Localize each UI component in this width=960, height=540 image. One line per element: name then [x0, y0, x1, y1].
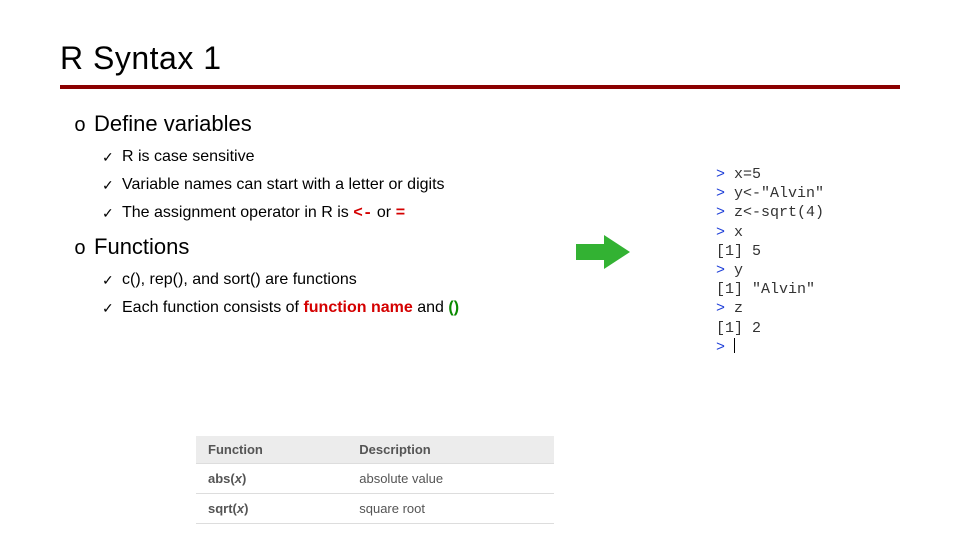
- console-line: [1] 5: [716, 243, 761, 260]
- table-cell-description: absolute value: [347, 464, 554, 494]
- assign-operator-arrow: <-: [353, 204, 372, 222]
- fn-close: ): [242, 471, 246, 486]
- console-prompt: >: [716, 262, 734, 279]
- console-line: [1] "Alvin": [716, 281, 815, 298]
- console-line: z<-sqrt(4): [734, 204, 824, 221]
- table-row: abs(x) absolute value: [196, 464, 554, 494]
- r-console-output: > x=5 > y<-"Alvin" > z<-sqrt(4) > x [1] …: [716, 165, 926, 357]
- cursor-icon: [734, 338, 735, 353]
- bullet-o-icon: o: [74, 115, 86, 138]
- list-item-text: and: [417, 299, 444, 316]
- console-prompt: >: [716, 204, 734, 221]
- table-cell-description: square root: [347, 494, 554, 524]
- function-parens-label: (): [448, 299, 459, 316]
- bullet-o-icon: o: [74, 238, 86, 261]
- console-prompt: >: [716, 185, 734, 202]
- slide: R Syntax 1 o Define variables R is case s…: [0, 0, 960, 540]
- fn-name: sqrt(: [208, 501, 237, 516]
- console-line: x: [734, 224, 743, 241]
- section-heading-text: Define variables: [94, 111, 252, 136]
- assign-operator-equals: =: [396, 204, 406, 222]
- function-name-label: function name: [303, 299, 412, 316]
- table-header-description: Description: [347, 436, 554, 464]
- console-line: y<-"Alvin": [734, 185, 824, 202]
- page-title: R Syntax 1: [60, 40, 900, 77]
- fn-name: abs(: [208, 471, 235, 486]
- console-line: y: [734, 262, 743, 279]
- console-line: x=5: [734, 166, 761, 183]
- arrow-right-icon: [576, 235, 631, 269]
- console-prompt: >: [716, 339, 734, 356]
- console-line: [1] 2: [716, 320, 761, 337]
- table-cell-function: abs(x): [196, 464, 347, 494]
- fn-arg: x: [235, 471, 242, 486]
- list-item-text: Each function consists of: [122, 299, 299, 316]
- title-rule: [60, 85, 900, 89]
- table-header-row: Function Description: [196, 436, 554, 464]
- console-line: z: [734, 300, 743, 317]
- console-prompt: >: [716, 224, 734, 241]
- console-prompt: >: [716, 300, 734, 317]
- table-row: sqrt(x) square root: [196, 494, 554, 524]
- list-item: R is case sensitive: [102, 148, 900, 166]
- section-heading-text: Functions: [94, 234, 189, 259]
- table-header-function: Function: [196, 436, 347, 464]
- list-item-text: or: [377, 204, 391, 221]
- section-heading: o Define variables: [74, 111, 900, 138]
- fn-close: ): [244, 501, 248, 516]
- function-table: Function Description abs(x) absolute val…: [196, 436, 554, 524]
- console-prompt: >: [716, 166, 734, 183]
- list-item-text: The assignment operator in R is: [122, 204, 349, 221]
- table-cell-function: sqrt(x): [196, 494, 347, 524]
